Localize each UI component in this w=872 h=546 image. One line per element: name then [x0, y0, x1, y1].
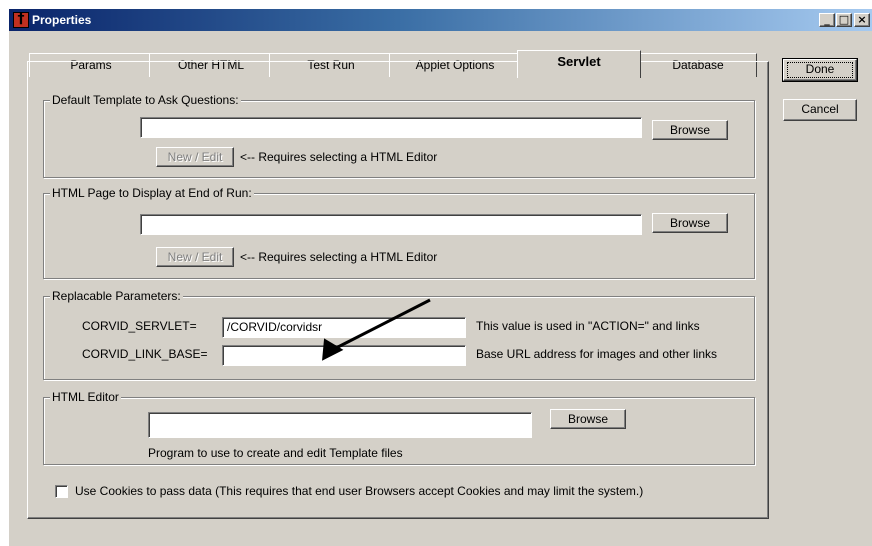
arrow-shaft: [335, 298, 431, 350]
arrow-annotation-icon: [322, 298, 431, 361]
tab-servlet[interactable]: Servlet: [517, 50, 641, 78]
tab-label: Servlet: [557, 54, 601, 69]
